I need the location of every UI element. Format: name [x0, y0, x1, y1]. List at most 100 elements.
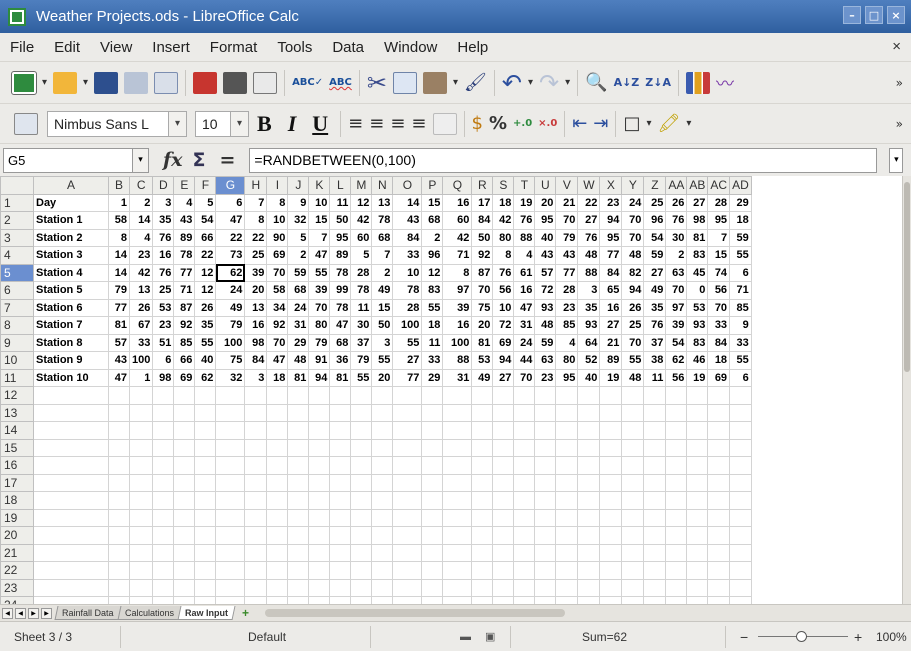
cell-g11[interactable]: 32 — [215, 368, 246, 387]
cell-u16[interactable] — [534, 456, 557, 475]
cell-ab3[interactable]: 81 — [686, 228, 709, 247]
cell-y24[interactable] — [621, 596, 645, 604]
cell-l10[interactable]: 36 — [329, 351, 352, 370]
cell-aa23[interactable] — [665, 578, 688, 597]
cell-y3[interactable]: 70 — [621, 228, 645, 247]
cell-q18[interactable] — [442, 491, 473, 510]
zoom-in-icon[interactable]: + — [854, 629, 862, 645]
cell-f18[interactable] — [194, 491, 217, 510]
cell-ac16[interactable] — [707, 456, 731, 475]
cell-s19[interactable] — [492, 508, 515, 527]
cell-x11[interactable]: 19 — [599, 368, 623, 387]
cell-aa17[interactable] — [665, 473, 688, 492]
column-header-s[interactable]: S — [492, 176, 515, 195]
horizontal-scrollbar[interactable] — [264, 609, 565, 617]
cell-ac4[interactable]: 15 — [707, 246, 731, 265]
cell-r2[interactable]: 84 — [471, 211, 494, 230]
borders-icon[interactable]: □ — [623, 111, 640, 137]
justify-icon[interactable]: ≡ — [411, 111, 426, 137]
cell-v15[interactable] — [555, 438, 579, 457]
sort-descending-icon[interactable]: Z↓A — [645, 70, 671, 96]
cell-k22[interactable] — [308, 561, 331, 580]
cell-y7[interactable]: 26 — [621, 298, 645, 317]
cell-f5[interactable]: 12 — [194, 263, 217, 282]
cell-g24[interactable] — [215, 596, 246, 604]
cell-ad18[interactable] — [729, 491, 752, 510]
cell-g21[interactable] — [215, 543, 246, 562]
cell-s2[interactable]: 42 — [492, 211, 515, 230]
cell-x18[interactable] — [599, 491, 623, 510]
cell-m21[interactable] — [350, 543, 373, 562]
row-header-6[interactable]: 6 — [0, 281, 34, 300]
cell-m22[interactable] — [350, 561, 373, 580]
cell-s8[interactable]: 72 — [492, 316, 515, 335]
column-header-t[interactable]: T — [513, 176, 536, 195]
column-header-d[interactable]: D — [152, 176, 175, 195]
cell-g1[interactable]: 6 — [215, 193, 246, 212]
cell-a11[interactable]: Station 10 — [33, 368, 109, 387]
cell-c23[interactable] — [128, 578, 154, 597]
cell-q20[interactable] — [442, 526, 473, 545]
cell-a21[interactable] — [33, 543, 109, 562]
cell-l14[interactable] — [329, 421, 352, 440]
cell-g22[interactable] — [215, 561, 246, 580]
cell-g4[interactable]: 73 — [215, 246, 246, 265]
cell-j23[interactable] — [287, 578, 310, 597]
cell-aa16[interactable] — [665, 456, 688, 475]
cell-e20[interactable] — [173, 526, 196, 545]
cell-m1[interactable]: 12 — [350, 193, 373, 212]
column-header-m[interactable]: M — [350, 176, 373, 195]
cell-s23[interactable] — [492, 578, 515, 597]
cell-q15[interactable] — [442, 438, 473, 457]
cell-a4[interactable]: Station 3 — [33, 246, 109, 265]
cell-q1[interactable]: 16 — [442, 193, 473, 212]
autospellcheck-icon[interactable]: ABC — [329, 70, 352, 96]
cell-a16[interactable] — [33, 456, 109, 475]
cell-u9[interactable]: 59 — [534, 333, 557, 352]
cell-n20[interactable] — [371, 526, 394, 545]
cell-c24[interactable] — [128, 596, 154, 604]
cell-j24[interactable] — [287, 596, 310, 604]
cell-m10[interactable]: 79 — [350, 351, 373, 370]
cell-o1[interactable]: 14 — [392, 193, 423, 212]
cell-z24[interactable] — [643, 596, 667, 604]
font-size-box[interactable]: 10 — [195, 110, 231, 137]
cell-m16[interactable] — [350, 456, 373, 475]
cell-f7[interactable]: 26 — [194, 298, 217, 317]
align-left-icon[interactable]: ≡ — [348, 111, 363, 137]
cell-r14[interactable] — [471, 421, 494, 440]
cell-t9[interactable]: 24 — [513, 333, 536, 352]
cell-r15[interactable] — [471, 438, 494, 457]
bold-button[interactable]: B — [257, 111, 272, 137]
cell-z15[interactable] — [643, 438, 667, 457]
cell-f4[interactable]: 22 — [194, 246, 217, 265]
cell-z18[interactable] — [643, 491, 667, 510]
cell-d2[interactable]: 35 — [152, 211, 175, 230]
cell-y16[interactable] — [621, 456, 645, 475]
row-header-17[interactable]: 17 — [0, 473, 34, 492]
cell-l22[interactable] — [329, 561, 352, 580]
column-header-r[interactable]: R — [471, 176, 494, 195]
cell-ad10[interactable]: 55 — [729, 351, 752, 370]
cell-ac7[interactable]: 70 — [707, 298, 731, 317]
cell-m12[interactable] — [350, 386, 373, 405]
maximize-button[interactable]: □ — [865, 6, 883, 24]
row-header-18[interactable]: 18 — [0, 491, 34, 510]
cell-d16[interactable] — [152, 456, 175, 475]
cell-y19[interactable] — [621, 508, 645, 527]
cell-f20[interactable] — [194, 526, 217, 545]
cell-n14[interactable] — [371, 421, 394, 440]
cell-b13[interactable] — [108, 403, 130, 422]
cell-i20[interactable] — [266, 526, 289, 545]
cell-v23[interactable] — [555, 578, 579, 597]
cell-q22[interactable] — [442, 561, 473, 580]
cell-v17[interactable] — [555, 473, 579, 492]
cell-g20[interactable] — [215, 526, 246, 545]
cell-o16[interactable] — [392, 456, 423, 475]
cell-g5[interactable]: 62 — [215, 263, 246, 282]
column-header-g[interactable]: G — [215, 176, 246, 195]
cell-u17[interactable] — [534, 473, 557, 492]
cell-ac14[interactable] — [707, 421, 731, 440]
cell-o14[interactable] — [392, 421, 423, 440]
cell-i17[interactable] — [266, 473, 289, 492]
